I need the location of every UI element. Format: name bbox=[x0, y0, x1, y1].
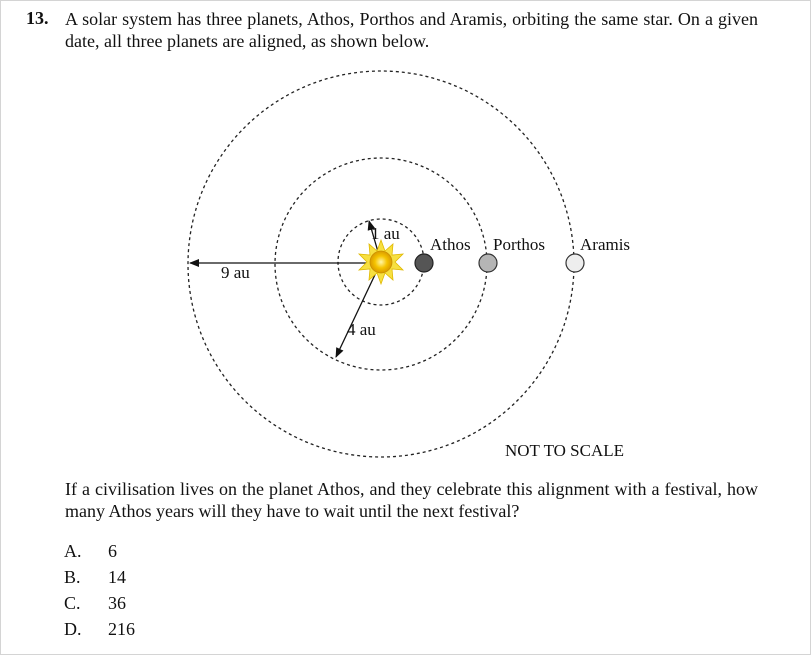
option-d-letter: D. bbox=[64, 619, 82, 639]
option-c-value: 36 bbox=[108, 593, 126, 613]
label-aramis: Aramis bbox=[580, 235, 630, 254]
star-sun-icon bbox=[357, 238, 405, 286]
radius-arrow-middle bbox=[335, 261, 382, 358]
option-b-letter: B. bbox=[64, 567, 81, 587]
label-athos: Athos bbox=[430, 235, 471, 254]
question-prompt: If a civilisation lives on the planet At… bbox=[65, 479, 758, 521]
option-a[interactable]: A. 6 bbox=[64, 541, 117, 562]
planet-porthos bbox=[478, 253, 498, 273]
option-d[interactable]: D. 216 bbox=[64, 619, 135, 640]
option-a-letter: A. bbox=[64, 541, 82, 561]
option-c[interactable]: C. 36 bbox=[64, 593, 126, 614]
option-c-letter: C. bbox=[64, 593, 81, 613]
label-radius-outer: 9 au bbox=[221, 263, 250, 282]
option-d-value: 216 bbox=[108, 619, 135, 639]
option-a-value: 6 bbox=[108, 541, 117, 561]
label-radius-inner: 1 au bbox=[371, 224, 400, 243]
planet-athos bbox=[414, 253, 434, 273]
option-b-value: 14 bbox=[108, 567, 126, 587]
option-b[interactable]: B. 14 bbox=[64, 567, 126, 588]
planet-aramis bbox=[565, 253, 585, 273]
label-radius-middle: 4 au bbox=[347, 320, 376, 339]
orbit-diagram: 1 au 4 au 9 au Athos Porthos Aramis NOT … bbox=[187, 70, 630, 460]
label-not-to-scale: NOT TO SCALE bbox=[505, 441, 624, 460]
label-porthos: Porthos bbox=[493, 235, 545, 254]
